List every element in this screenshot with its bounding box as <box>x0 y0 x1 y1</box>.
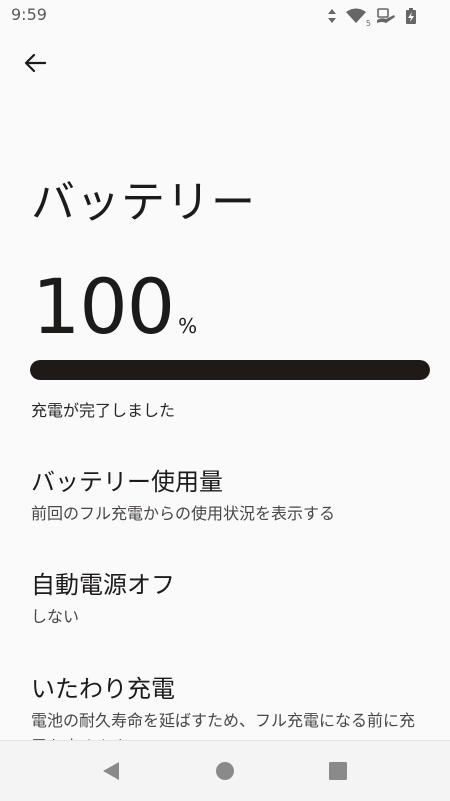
setting-title: 自動電源オフ <box>31 571 175 599</box>
status-icons: 5 <box>328 6 416 28</box>
setting-auto-power-off[interactable]: 自動電源オフ しない <box>0 565 450 665</box>
nav-home-button[interactable] <box>213 759 237 783</box>
battery-progress-bar <box>30 360 430 380</box>
battery-level-value: 100 <box>32 262 175 351</box>
battery-level-unit: % <box>178 314 198 338</box>
navigation-bar <box>0 740 450 801</box>
data-activity-icon <box>328 9 336 23</box>
status-time: 9:59 <box>11 5 47 24</box>
setting-battery-usage[interactable]: バッテリー使用量 前回のフル充電からの使用状況を表示する <box>0 462 450 562</box>
battery-level: 100% <box>32 262 197 352</box>
nav-recents-icon <box>326 762 350 787</box>
battery-progress-fill <box>30 360 430 380</box>
setting-summary: 前回のフル充電からの使用状況を表示する <box>31 504 336 523</box>
nav-recents-button[interactable] <box>326 759 350 783</box>
page-title: バッテリー <box>31 177 256 228</box>
nav-back-button[interactable] <box>100 759 124 783</box>
arrow-back-icon <box>24 53 47 76</box>
status-bar: 9:59 5 <box>0 0 450 32</box>
setting-summary: しない <box>31 607 80 626</box>
back-button[interactable] <box>18 48 52 82</box>
setting-summary: 電池の耐久寿命を延ばすため、フル充電になる前に充電を止めます <box>31 711 416 740</box>
nav-home-icon <box>213 762 237 787</box>
network-badge: 5 <box>365 19 371 28</box>
battery-charging-icon <box>406 8 416 24</box>
setting-title: いたわり充電 <box>31 675 175 703</box>
setting-title: バッテリー使用量 <box>31 468 223 496</box>
nav-back-icon <box>100 762 124 787</box>
setting-battery-care-charging[interactable]: いたわり充電 電池の耐久寿命を延ばすため、フル充電になる前に充電を止めます <box>0 669 450 740</box>
sim-card-icon <box>376 8 396 24</box>
wifi-icon: 5 <box>346 8 371 28</box>
charge-status-text: 充電が完了しました <box>31 401 176 420</box>
